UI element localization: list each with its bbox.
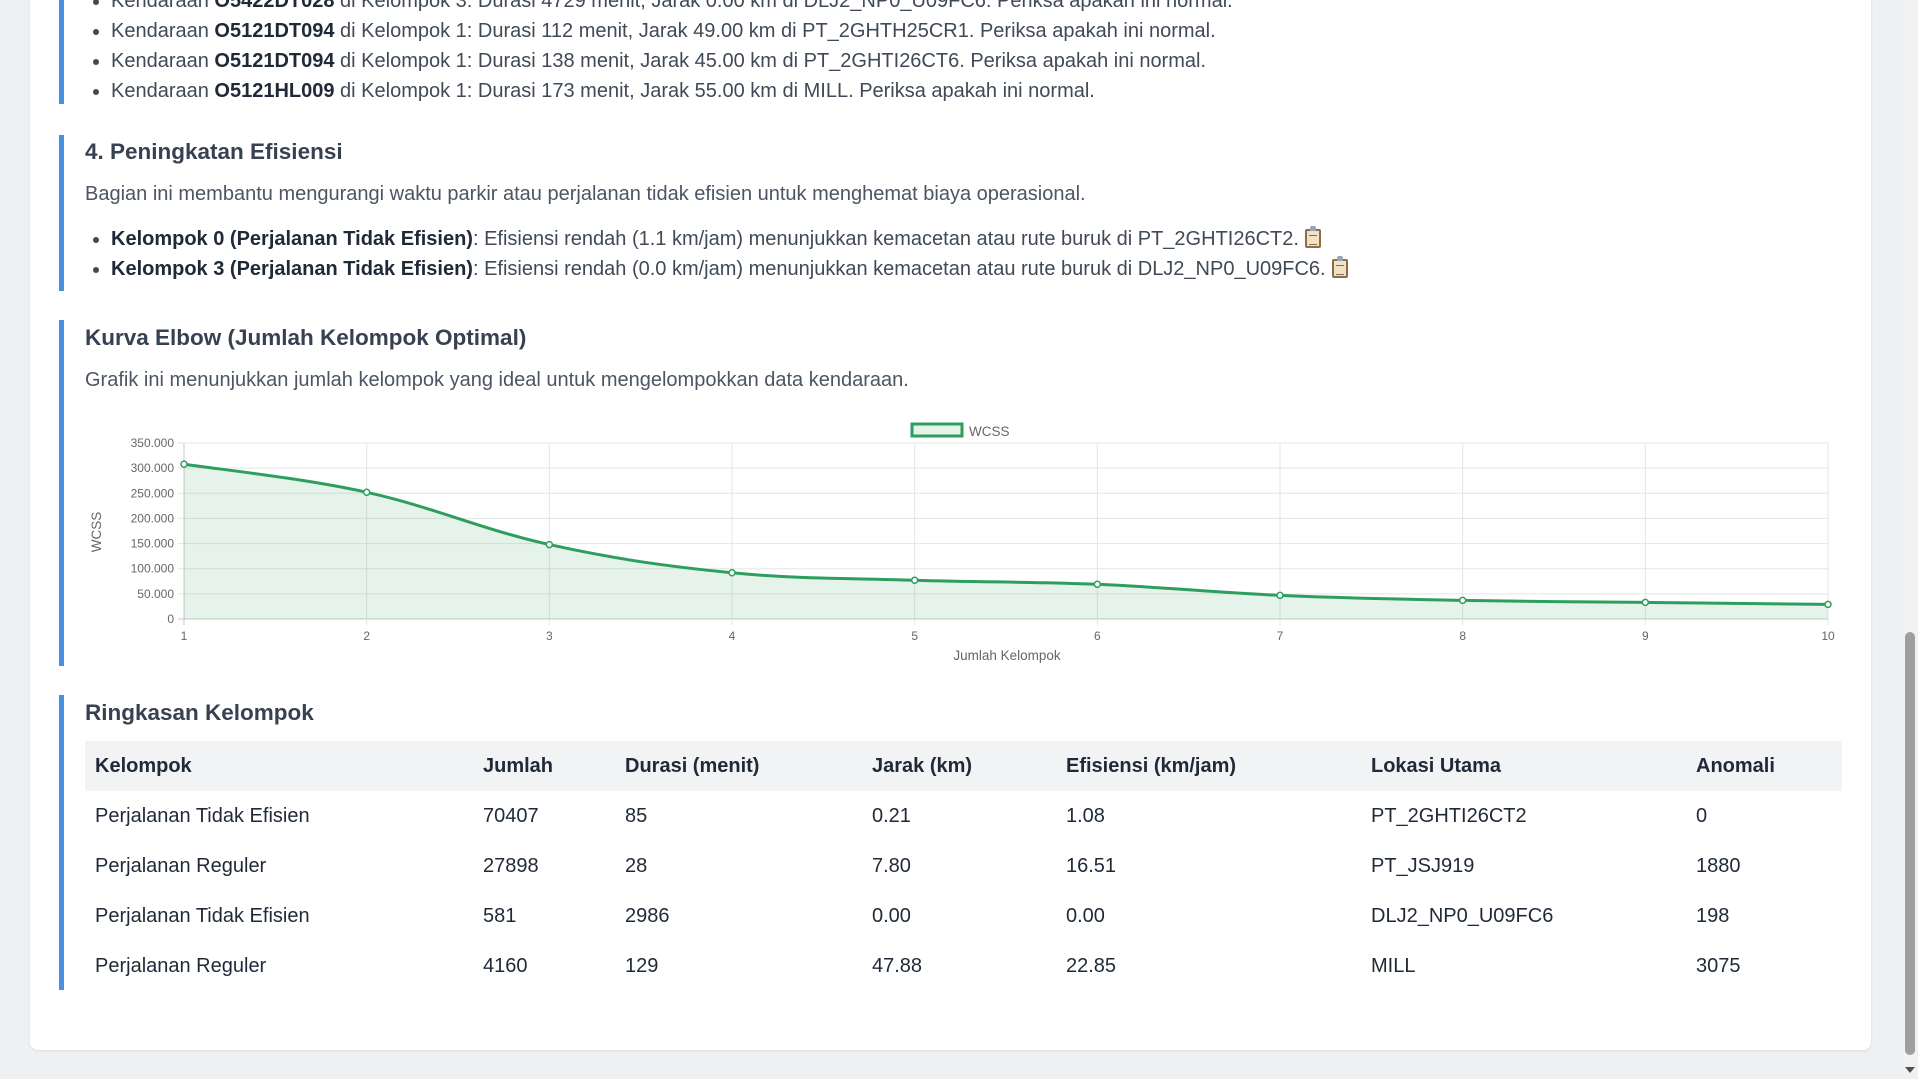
x-tick-label: 2 <box>363 629 370 643</box>
list-item: Kendaraan O5422DT028 di Kelompok 3: Dura… <box>111 0 1233 16</box>
data-point <box>180 460 188 468</box>
data-point <box>1458 596 1467 605</box>
table-row: Perjalanan Reguler 4160 129 47.88 22.85 … <box>85 941 1842 991</box>
x-tick-label: 6 <box>1094 629 1101 643</box>
data-point <box>1824 600 1832 609</box>
clipboard-icon <box>1304 226 1321 248</box>
table-row: Perjalanan Tidak Efisien 581 2986 0.00 0… <box>85 891 1842 941</box>
x-tick-label: 10 <box>1821 629 1835 643</box>
data-point <box>1641 598 1650 607</box>
table-header-row: Kelompok Jumlah Durasi (menit) Jarak (km… <box>85 741 1842 791</box>
table-cell: Perjalanan Tidak Efisien <box>95 804 310 827</box>
table-cell: Perjalanan Reguler <box>95 954 267 977</box>
column-header: Efisiensi (km/jam) <box>1066 754 1237 777</box>
section-description: Bagian ini membantu mengurangi waktu par… <box>85 183 1086 205</box>
table-cell: 2986 <box>625 904 670 927</box>
y-tick-label: 0 <box>167 612 174 626</box>
table-cell: 0.21 <box>872 804 911 827</box>
table-cell: 16.51 <box>1066 854 1117 877</box>
table-cell: 28 <box>625 854 648 877</box>
scroll-down-arrow-icon[interactable] <box>1905 1067 1915 1073</box>
y-tick-label: 300.000 <box>131 461 175 475</box>
table-cell: Perjalanan Reguler <box>95 854 267 877</box>
y-tick-label: 350.000 <box>131 436 175 450</box>
data-point <box>1093 580 1102 589</box>
x-axis-label: Jumlah Kelompok <box>953 648 1061 663</box>
y-axis-label: WCSS <box>89 512 104 553</box>
list-item: Kendaraan O5121HL009 di Kelompok 1: Dura… <box>111 76 1233 106</box>
data-point <box>545 540 554 549</box>
table-cell: PT_2GHTI26CT2 <box>1371 804 1527 827</box>
table-cell: 0 <box>1696 804 1708 827</box>
vertical-scrollbar[interactable] <box>1901 0 1918 1079</box>
elbow-chart: 0 50.000 100.000 150.000 200.000 250.000 300.0… <box>89 422 1835 663</box>
column-header: Kelompok <box>95 754 192 777</box>
column-header: Anomali <box>1696 754 1775 777</box>
table-cell: 0.00 <box>872 904 911 927</box>
column-header: Lokasi Utama <box>1371 754 1502 777</box>
table-cell: 4160 <box>483 954 528 977</box>
table-cell: 22.85 <box>1066 954 1117 977</box>
scrollbar-thumb[interactable] <box>1905 632 1915 1055</box>
table-row: Perjalanan Tidak Efisien 70407 85 0.21 1… <box>85 791 1842 841</box>
table-cell: 47.88 <box>872 954 923 977</box>
table-cell: 129 <box>625 954 659 977</box>
table-cell: 0.00 <box>1066 904 1105 927</box>
column-header: Jarak (km) <box>872 754 973 777</box>
y-tick-label: 100.000 <box>131 562 175 576</box>
anomaly-section: Kendaraan O5422DT028 di Kelompok 3: Dura… <box>59 0 1233 104</box>
x-tick-label: 7 <box>1277 629 1284 643</box>
list-item: Kendaraan O5121DT094 di Kelompok 1: Dura… <box>111 16 1233 46</box>
data-point <box>1276 591 1284 600</box>
efficiency-list: Kelompok 0 (Perjalanan Tidak Efisien): E… <box>85 224 1348 284</box>
table-cell: 70407 <box>483 804 539 827</box>
section-description: Grafik ini menunjukkan jumlah kelompok y… <box>85 369 909 391</box>
table-cell: Perjalanan Tidak Efisien <box>95 904 310 927</box>
x-tick-label: 3 <box>546 629 553 643</box>
x-tick-label: 5 <box>911 629 918 643</box>
table-cell: 581 <box>483 904 517 927</box>
column-header: Durasi (menit) <box>625 754 760 777</box>
list-item: Kelompok 0 (Perjalanan Tidak Efisien): E… <box>111 224 1348 254</box>
list-item: Kelompok 3 (Perjalanan Tidak Efisien): E… <box>111 254 1348 284</box>
section-title: 4. Peningkatan Efisiensi <box>85 139 343 164</box>
data-point <box>728 568 736 577</box>
table-cell: 85 <box>625 804 648 827</box>
y-tick-label: 200.000 <box>131 511 175 525</box>
x-tick-label: 9 <box>1642 629 1649 643</box>
legend-swatch <box>910 422 964 438</box>
y-tick-label: 250.000 <box>131 486 175 500</box>
anomaly-list: Kendaraan O5422DT028 di Kelompok 3: Dura… <box>85 0 1233 106</box>
series-area <box>184 464 1828 619</box>
list-item: Kendaraan O5121DT094 di Kelompok 1: Dura… <box>111 46 1233 76</box>
table-cell: 27898 <box>483 854 539 877</box>
chart-legend: WCSS <box>910 422 1010 439</box>
summary-table: Kelompok Jumlah Durasi (menit) Jarak (km… <box>85 741 1842 991</box>
y-tick-label: 50.000 <box>137 587 174 601</box>
table-cell: DLJ2_NP0_U09FC6 <box>1371 904 1554 927</box>
table-cell: 7.80 <box>872 854 911 877</box>
table-cell: PT_JSJ919 <box>1371 854 1475 877</box>
data-point <box>910 576 919 585</box>
column-header: Jumlah <box>483 754 554 777</box>
section-title: Ringkasan Kelompok <box>85 700 314 725</box>
table-cell: 1.08 <box>1066 804 1105 827</box>
x-tick-label: 8 <box>1459 629 1466 643</box>
table-cell: MILL <box>1371 954 1416 977</box>
table-cell: 3075 <box>1696 954 1741 977</box>
table-cell: 198 <box>1696 904 1730 927</box>
section-title: Kurva Elbow (Jumlah Kelompok Optimal) <box>85 325 527 350</box>
table-row: Perjalanan Reguler 27898 28 7.80 16.51 P… <box>85 841 1842 891</box>
y-tick-label: 150.000 <box>131 537 175 551</box>
data-point <box>362 488 371 497</box>
table-cell: 1880 <box>1696 854 1741 877</box>
x-tick-label: 1 <box>181 629 188 643</box>
x-tick-label: 4 <box>729 629 736 643</box>
clipboard-icon <box>1331 256 1348 278</box>
summary-section: Ringkasan Kelompok Kelompok Jumlah Duras… <box>59 695 1842 990</box>
legend-label: WCSS <box>969 424 1010 439</box>
efficiency-section: 4. Peningkatan Efisiensi Bagian ini memb… <box>59 135 1348 291</box>
